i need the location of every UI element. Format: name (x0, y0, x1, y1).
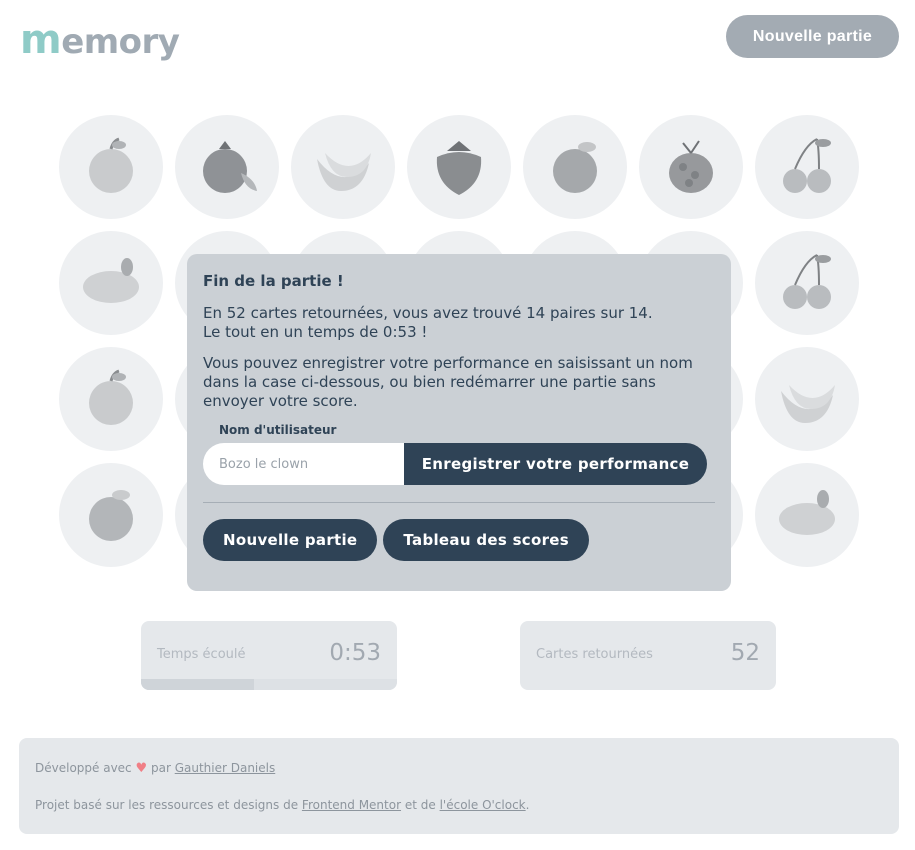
memory-card[interactable] (407, 115, 511, 219)
time-progress-fill (141, 679, 254, 690)
modal-actions: Nouvelle partie Tableau des scores (203, 519, 715, 561)
memory-card[interactable] (59, 347, 163, 451)
frontend-mentor-link[interactable]: Frontend Mentor (302, 798, 401, 812)
flipped-cards-panel: Cartes retournées 52 (520, 621, 776, 690)
memory-card[interactable] (59, 115, 163, 219)
banana-icon (307, 129, 379, 205)
flipped-cards-label: Cartes retournées (536, 647, 653, 662)
memory-card[interactable] (59, 231, 163, 335)
memory-card[interactable] (755, 115, 859, 219)
modal-divider (203, 502, 715, 503)
memory-card[interactable] (175, 115, 279, 219)
strawberry-icon (423, 129, 495, 205)
footer-sources: Projet basé sur les ressources et design… (35, 798, 530, 812)
memory-card[interactable] (755, 231, 859, 335)
apple-icon (75, 361, 147, 437)
memory-card[interactable] (291, 115, 395, 219)
orange-icon (75, 477, 147, 553)
memory-card[interactable] (639, 115, 743, 219)
modal-title: Fin de la partie ! (203, 272, 344, 290)
cherry-icon (771, 245, 843, 321)
elapsed-time-panel: Temps écoulé 0:53 (141, 621, 397, 690)
elapsed-time-value: 0:53 (329, 640, 381, 666)
memory-card[interactable] (523, 115, 627, 219)
banana-icon (771, 361, 843, 437)
memory-card[interactable] (755, 463, 859, 567)
flipped-cards-value: 52 (730, 640, 760, 666)
new-game-button[interactable]: Nouvelle partie (203, 519, 378, 561)
pomegranate-icon (191, 129, 263, 205)
username-input[interactable] (203, 443, 404, 485)
elapsed-time-label: Temps écoulé (157, 647, 246, 662)
memory-card[interactable] (755, 347, 859, 451)
cherry-icon (771, 129, 843, 205)
heart-icon: ♥ (135, 761, 148, 776)
apple-icon (75, 129, 147, 205)
save-score-form: Enregistrer votre performance (203, 443, 707, 485)
lemon-icon (771, 477, 843, 553)
modal-result: En 52 cartes retournées, vous avez trouv… (203, 304, 653, 341)
footer-credits: Développé avec ♥ par Gauthier Daniels (35, 761, 276, 776)
peach-icon (539, 129, 611, 205)
time-progress-bar (141, 679, 397, 690)
lemon-icon (75, 245, 147, 321)
scoreboard-button[interactable]: Tableau des scores (383, 519, 590, 561)
author-link[interactable]: Gauthier Daniels (175, 761, 276, 775)
oclock-link[interactable]: l'école O'clock (440, 798, 526, 812)
raspberry-icon (655, 129, 727, 205)
end-game-modal: Fin de la partie ! En 52 cartes retourné… (187, 254, 731, 591)
save-performance-button[interactable]: Enregistrer votre performance (404, 443, 707, 485)
memory-card[interactable] (59, 463, 163, 567)
footer: Développé avec ♥ par Gauthier Daniels Pr… (19, 738, 899, 834)
username-label: Nom d'utilisateur (219, 423, 337, 437)
modal-explanation: Vous pouvez enregistrer votre performanc… (203, 354, 693, 410)
